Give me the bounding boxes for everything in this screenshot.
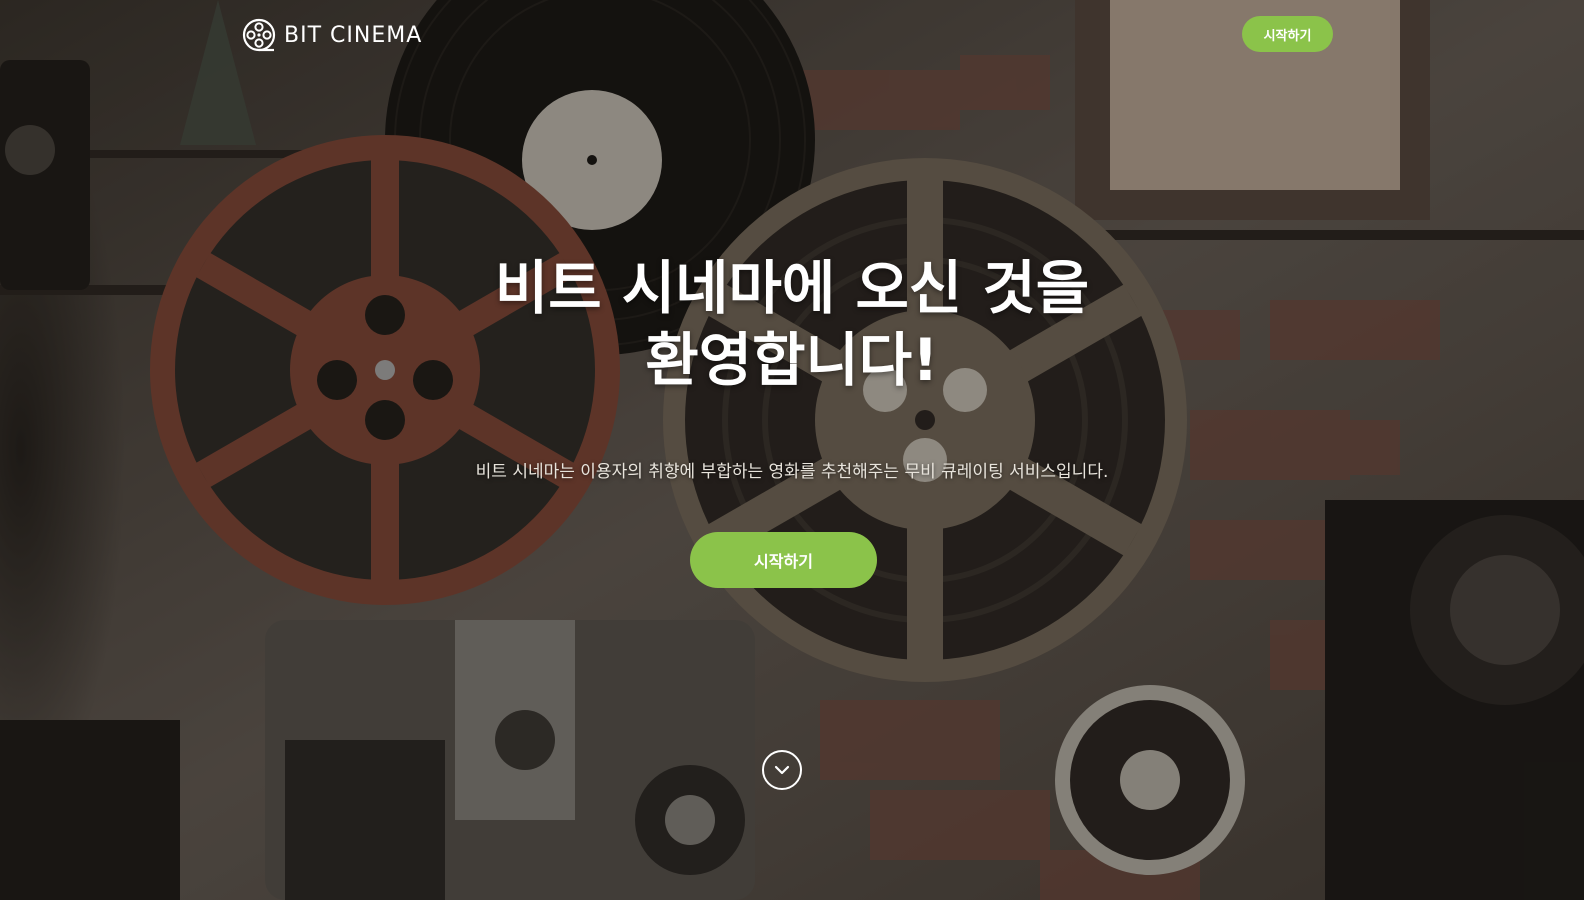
hero-subtitle: 비트 시네마는 이용자의 취향에 부합하는 영화를 추천해주는 무비 큐레이팅 … <box>475 462 1109 482</box>
hero-headline-line1: 비트 시네마에 오신 것을 <box>494 254 1090 322</box>
film-reel-icon <box>242 18 276 52</box>
scroll-down-button[interactable] <box>762 750 802 790</box>
top-navbar: BIT CINEMA 시작하기 <box>0 0 1584 70</box>
hero-start-button[interactable]: 시작하기 <box>690 532 877 588</box>
chevron-down-icon <box>774 765 790 775</box>
hero-headline-line2: 환영합니다! <box>645 326 939 394</box>
hero-section: BIT CINEMA 시작하기 비트 시네마에 오신 것을 환영합니다! 비트 … <box>0 0 1584 900</box>
header-start-button[interactable]: 시작하기 <box>1242 16 1333 52</box>
hero-headline: 비트 시네마에 오신 것을 환영합니다! <box>392 252 1192 396</box>
brand-name: BIT CINEMA <box>284 22 423 48</box>
brand-logo-link[interactable]: BIT CINEMA <box>242 18 422 52</box>
